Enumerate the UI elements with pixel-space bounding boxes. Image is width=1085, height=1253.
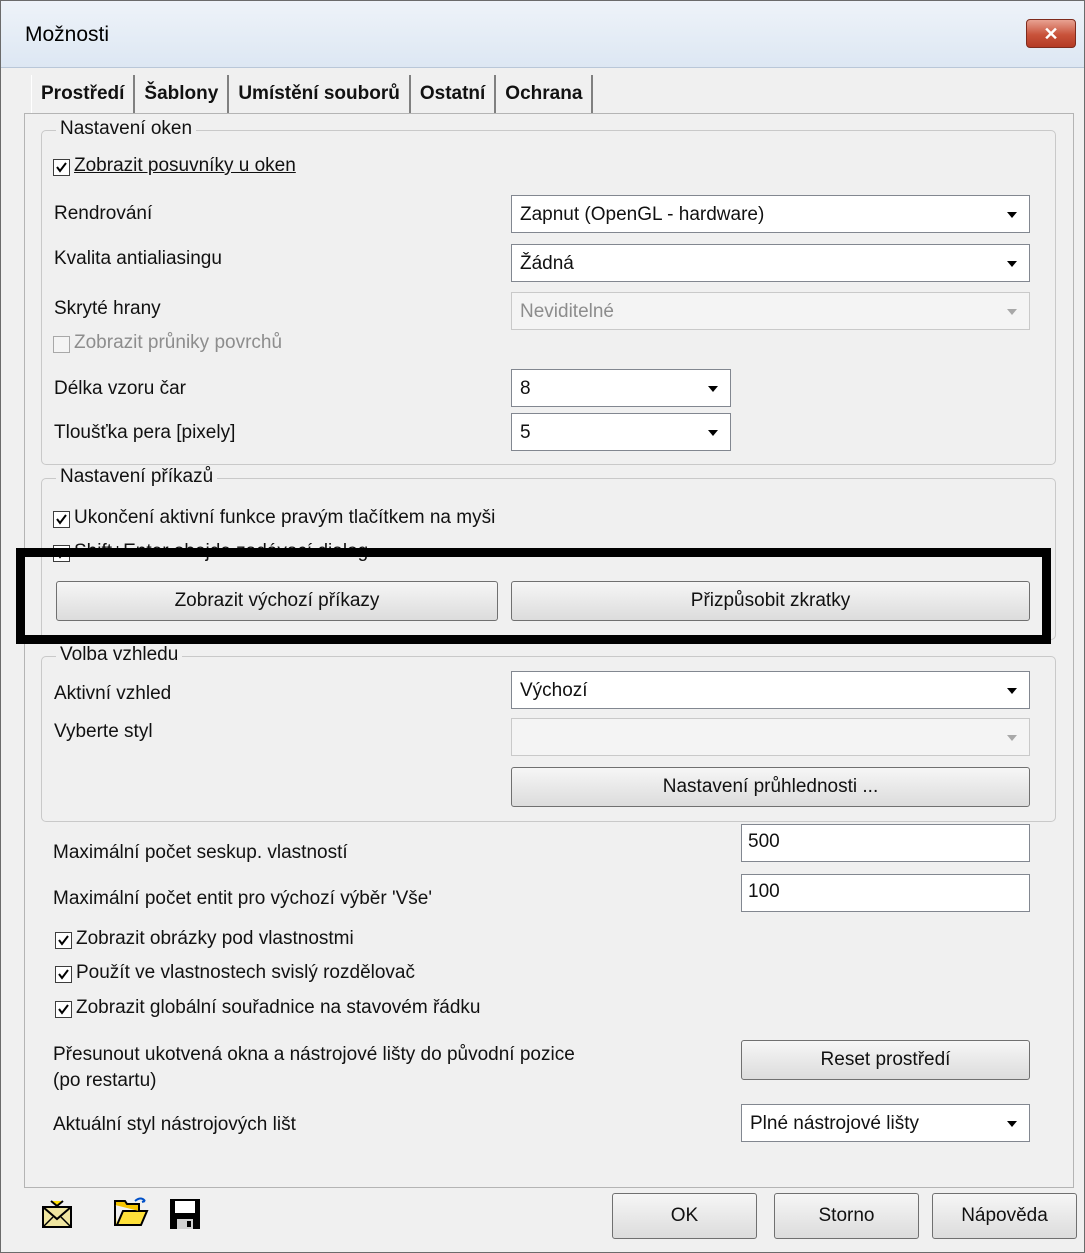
right-click-end-label: Ukončení aktivní funkce pravým tlačítkem… [74, 507, 496, 528]
chevron-down-icon [1007, 309, 1017, 315]
show-images-label: Zobrazit obrázky pod vlastnostmi [76, 928, 354, 949]
active-look-value: Výchozí [520, 680, 588, 701]
tab-strip: Prostředí Šablony Umístění souborů Ostat… [31, 75, 594, 115]
appearance-title: Volba vzhledu [56, 644, 183, 666]
active-look-select[interactable]: Výchozí [511, 671, 1030, 709]
command-settings-title: Nastavení příkazů [56, 466, 218, 488]
help-button[interactable]: Nápověda [932, 1193, 1077, 1239]
max-entities-all-input[interactable]: 100 [741, 874, 1030, 912]
check-icon [56, 514, 67, 525]
tab-panel: Nastavení oken Zobrazit posuvníky u oken… [24, 113, 1074, 1188]
hidden-edges-label: Skryté hrany [54, 298, 161, 319]
toolbar-style-select[interactable]: Plné nástrojové lišty [741, 1104, 1030, 1142]
max-entities-all-value: 100 [748, 881, 780, 902]
appearance-group: Volba vzhledu Aktivní vzhled Výchozí Vyb… [41, 644, 1056, 822]
show-images-checkbox[interactable] [55, 932, 72, 949]
chevron-down-icon [1007, 261, 1017, 267]
choose-style-select [511, 718, 1030, 756]
reset-environment-button[interactable]: Reset prostředí [741, 1040, 1030, 1080]
chevron-down-icon [708, 386, 718, 392]
tab-ostatni[interactable]: Ostatní [411, 75, 497, 113]
hidden-edges-value: Neviditelné [520, 301, 614, 322]
reset-description-line2: (po restartu) [53, 1070, 157, 1091]
show-intersections-label: Zobrazit průniky povrchů [74, 332, 283, 353]
max-grouped-props-input[interactable]: 500 [741, 824, 1030, 862]
mail-icon[interactable] [41, 1197, 75, 1231]
toolbar-style-label: Aktuální styl nástrojových lišt [53, 1114, 296, 1135]
max-grouped-props-label: Maximální počet seskup. vlastností [53, 842, 348, 863]
global-coords-label: Zobrazit globální souřadnice na stavovém… [76, 997, 481, 1018]
right-click-end-checkbox[interactable] [53, 511, 70, 528]
antialiasing-label: Kvalita antialiasingu [54, 248, 222, 269]
cancel-button[interactable]: Storno [774, 1193, 919, 1239]
chevron-down-icon [708, 430, 718, 436]
tab-sablony[interactable]: Šablony [135, 75, 230, 113]
vertical-splitter-checkbox[interactable] [55, 966, 72, 983]
tab-prostredi[interactable]: Prostředí [31, 75, 136, 113]
tab-ochrana[interactable]: Ochrana [496, 75, 594, 113]
check-icon [58, 935, 69, 946]
vertical-splitter-label: Použít ve vlastnostech svislý rozdělovač [76, 962, 415, 983]
check-icon [58, 1004, 69, 1015]
max-grouped-props-value: 500 [748, 831, 780, 852]
line-pattern-length-value: 8 [520, 378, 531, 399]
title-bar: Možnosti ✕ [1, 1, 1084, 68]
global-coords-checkbox[interactable] [55, 1001, 72, 1018]
highlight-frame [16, 548, 1051, 644]
show-scrollbars-checkbox[interactable] [53, 159, 70, 176]
antialiasing-select[interactable]: Žádná [511, 244, 1030, 282]
toolbar-style-value: Plné nástrojové lišty [750, 1113, 919, 1134]
window-title: Možnosti [25, 23, 110, 46]
window-settings-group: Nastavení oken Zobrazit posuvníky u oken… [41, 118, 1056, 465]
open-folder-icon[interactable] [113, 1195, 149, 1229]
transparency-settings-button[interactable]: Nastavení průhlednosti ... [511, 767, 1030, 807]
max-entities-all-label: Maximální počet entit pro výchozí výběr … [53, 888, 432, 909]
active-look-label: Aktivní vzhled [54, 683, 172, 704]
antialiasing-value: Žádná [520, 253, 574, 274]
hidden-edges-select: Neviditelné [511, 292, 1030, 330]
check-icon [56, 162, 67, 173]
rendering-label: Rendrování [54, 203, 153, 224]
close-icon: ✕ [1043, 23, 1059, 44]
tab-umisteni-souboru[interactable]: Umístění souborů [229, 75, 411, 113]
pen-thickness-value: 5 [520, 422, 531, 443]
line-pattern-length-label: Délka vzoru čar [54, 378, 186, 399]
reset-description-line1: Přesunout ukotvená okna a nástrojové liš… [53, 1044, 575, 1065]
rendering-select[interactable]: Zapnut (OpenGL - hardware) [511, 195, 1030, 233]
pen-thickness-label: Tloušťka pera [pixely] [54, 422, 236, 443]
close-button[interactable]: ✕ [1026, 19, 1076, 48]
chevron-down-icon [1007, 212, 1017, 218]
line-pattern-length-select[interactable]: 8 [511, 369, 731, 407]
choose-style-label: Vyberte styl [54, 721, 153, 742]
chevron-down-icon [1007, 1121, 1017, 1127]
check-icon [58, 969, 69, 980]
window-settings-title: Nastavení oken [56, 118, 197, 140]
show-intersections-checkbox [53, 336, 70, 353]
show-scrollbars-label: Zobrazit posuvníky u oken [74, 155, 296, 176]
save-disk-icon[interactable] [168, 1197, 202, 1231]
rendering-value: Zapnut (OpenGL - hardware) [520, 204, 765, 225]
chevron-down-icon [1007, 735, 1017, 741]
ok-button[interactable]: OK [612, 1193, 757, 1239]
pen-thickness-select[interactable]: 5 [511, 413, 731, 451]
chevron-down-icon [1007, 688, 1017, 694]
